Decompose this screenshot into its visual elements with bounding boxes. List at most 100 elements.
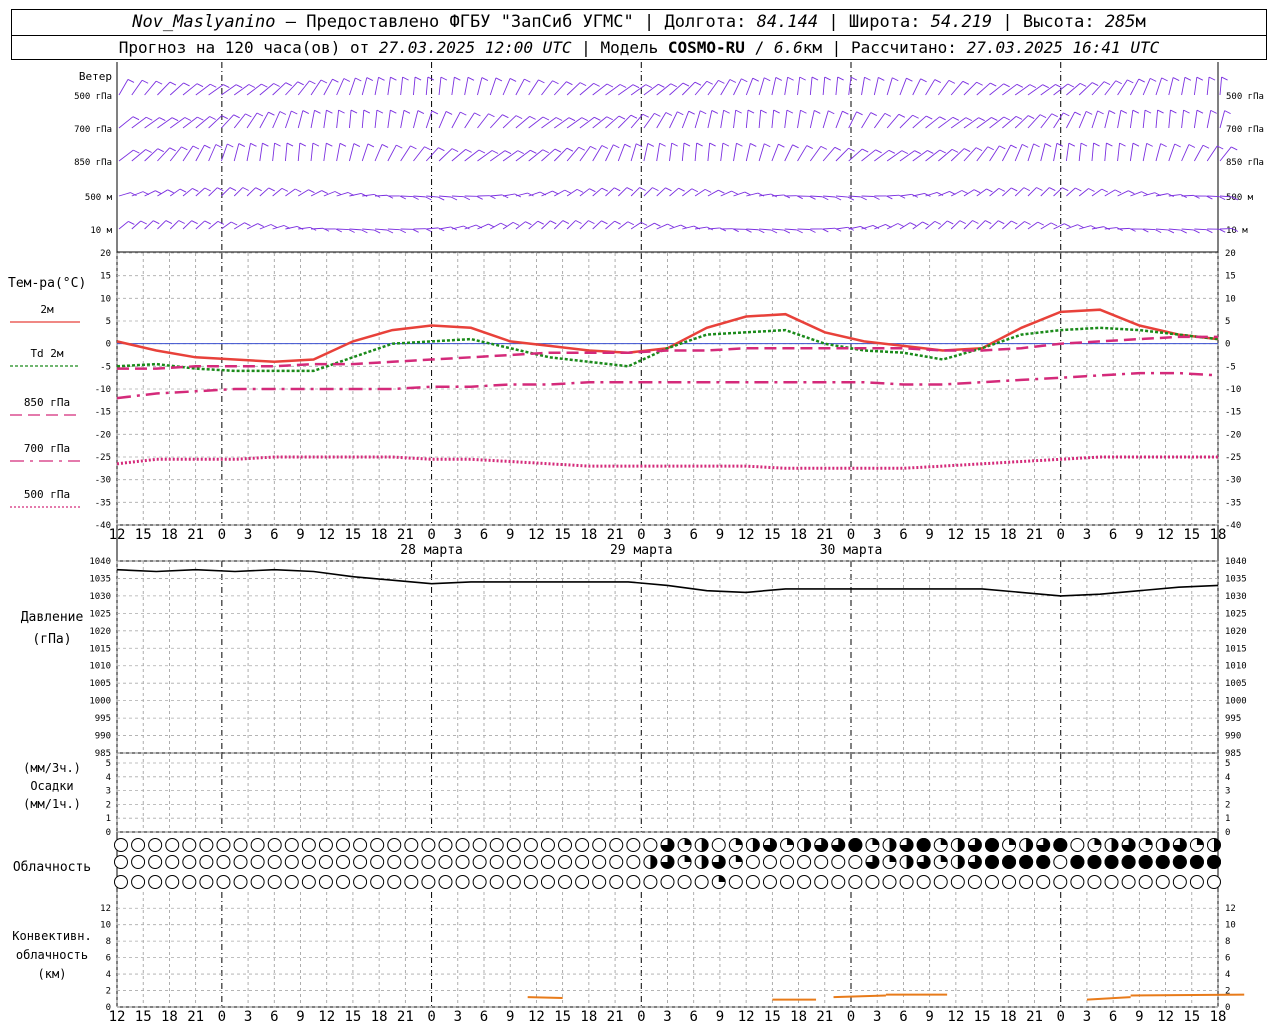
wind-barb-flag — [1144, 109, 1152, 114]
cloud-circle — [250, 838, 265, 852]
cloud-cover-symbol — [643, 855, 658, 869]
wind-barb — [246, 187, 256, 197]
temp-y-tick: -5 — [100, 362, 111, 372]
temp-y-tick-right: -35 — [1225, 498, 1241, 508]
wind-barb-flag — [1068, 142, 1076, 147]
cloud-cover-symbol — [1138, 855, 1153, 869]
pres-title: Давление — [21, 610, 84, 625]
conv-title-3: (км) — [38, 967, 67, 981]
x-tick-label-bottom: 9 — [296, 1009, 304, 1024]
cloud-circle — [421, 855, 436, 869]
wind-barb-flag — [1037, 221, 1044, 226]
wind-barb-flag — [688, 110, 695, 115]
wind-barb — [515, 192, 528, 197]
cloud-cover-symbol — [558, 875, 573, 889]
wind-barb-flag — [1023, 187, 1030, 192]
wind-barb-flag — [463, 196, 471, 201]
temp-y-tick-right: -25 — [1225, 453, 1241, 463]
wind-barb-flag — [1074, 111, 1081, 116]
wind-barb — [310, 143, 314, 162]
cloud-circle — [1087, 875, 1102, 889]
wind-barb-flag — [1141, 191, 1148, 196]
x-tick-label: 0 — [847, 527, 855, 543]
wind-barb-flag — [396, 144, 403, 149]
wind-barb-flag — [169, 81, 177, 86]
wind-barb — [1014, 115, 1029, 129]
wind-barb — [182, 83, 198, 96]
wind-barb — [784, 110, 788, 129]
x-tick-label: 18 — [1000, 527, 1017, 543]
wind-barb — [643, 143, 649, 162]
wind-barb — [451, 149, 466, 162]
wind-barb — [810, 195, 823, 198]
wind-barb — [554, 117, 570, 129]
wind-barb — [886, 114, 900, 129]
cloud-circle — [353, 838, 368, 852]
cloud-circle — [558, 875, 573, 889]
cloud-circle — [216, 875, 231, 889]
x-tick-label-bottom: 12 — [738, 1009, 755, 1024]
wind-barb — [759, 228, 772, 231]
wind-barb — [1206, 77, 1210, 96]
wind-barb-flag — [614, 220, 621, 225]
cloud-circle — [523, 875, 538, 889]
wind-barb-flag — [834, 146, 842, 151]
cloud-cover-symbol — [592, 875, 607, 889]
wind-barb-flag — [792, 144, 799, 149]
cloud-circle — [626, 855, 641, 869]
cloud-cover-symbol — [950, 838, 965, 852]
pres-unit: (гПа) — [32, 632, 71, 647]
conv-y-tick-right: 8 — [1225, 937, 1230, 947]
wind-barb-flag — [991, 117, 998, 121]
cloud-fill-part — [752, 838, 760, 852]
temp-y-tick-right: 0 — [1225, 340, 1230, 350]
wind-barb-flag — [659, 142, 666, 147]
wind-barb-flag — [552, 80, 559, 85]
cloud-circle — [489, 875, 504, 889]
wind-barb — [541, 148, 556, 162]
wind-barb — [835, 147, 849, 162]
day-label: 30 марта — [820, 543, 883, 558]
cloud-cover-symbol — [728, 855, 743, 869]
cloud-cover-symbol — [1104, 838, 1119, 852]
wind-barb-flag — [770, 229, 778, 234]
wind-barb-flag — [491, 150, 499, 154]
wind-barb — [1001, 144, 1012, 162]
wind-barb — [746, 228, 759, 231]
cloud-cover-symbol — [592, 838, 607, 852]
x-tick-label: 3 — [663, 527, 671, 543]
wind-barb-flag — [575, 220, 582, 224]
wind-barb — [566, 82, 581, 96]
x-tick-label: 6 — [480, 527, 488, 543]
wind-barb — [848, 225, 861, 230]
wind-barb — [195, 220, 206, 230]
wind-barb — [976, 188, 987, 197]
wind-barb-flag — [842, 110, 849, 115]
wind-barb-flag — [338, 109, 345, 114]
wind-barb-flag — [465, 148, 472, 153]
cloud-circle — [592, 875, 607, 889]
cloud-cover-symbol — [1002, 855, 1017, 869]
wind-barb — [592, 83, 608, 96]
temp-y-tick: -30 — [95, 476, 111, 486]
cloud-circle — [797, 875, 812, 889]
wind-barb-flag — [723, 109, 730, 114]
wind-barb-flag — [155, 190, 162, 195]
cloud-cover-symbol — [216, 875, 231, 889]
cloud-circle — [984, 875, 999, 889]
wind-barb — [362, 228, 375, 231]
wind-barb-flag — [796, 229, 803, 234]
wind-barb-flag — [538, 79, 545, 84]
cloud-circle — [182, 855, 197, 869]
wind-barb-flag — [132, 116, 140, 121]
wind-barb — [233, 84, 250, 96]
wind-barb-flag — [1050, 222, 1058, 227]
wind-barb-flag — [1024, 221, 1031, 225]
wind-barb — [528, 116, 544, 129]
wind-barb-flag — [645, 84, 652, 89]
x-tick-label-bottom: 9 — [1135, 1009, 1143, 1024]
wind-barb-flag — [683, 142, 691, 147]
wind-barb-flag — [606, 116, 613, 121]
wind-barb-flag — [128, 221, 135, 225]
wind-barb-flag — [332, 78, 339, 83]
